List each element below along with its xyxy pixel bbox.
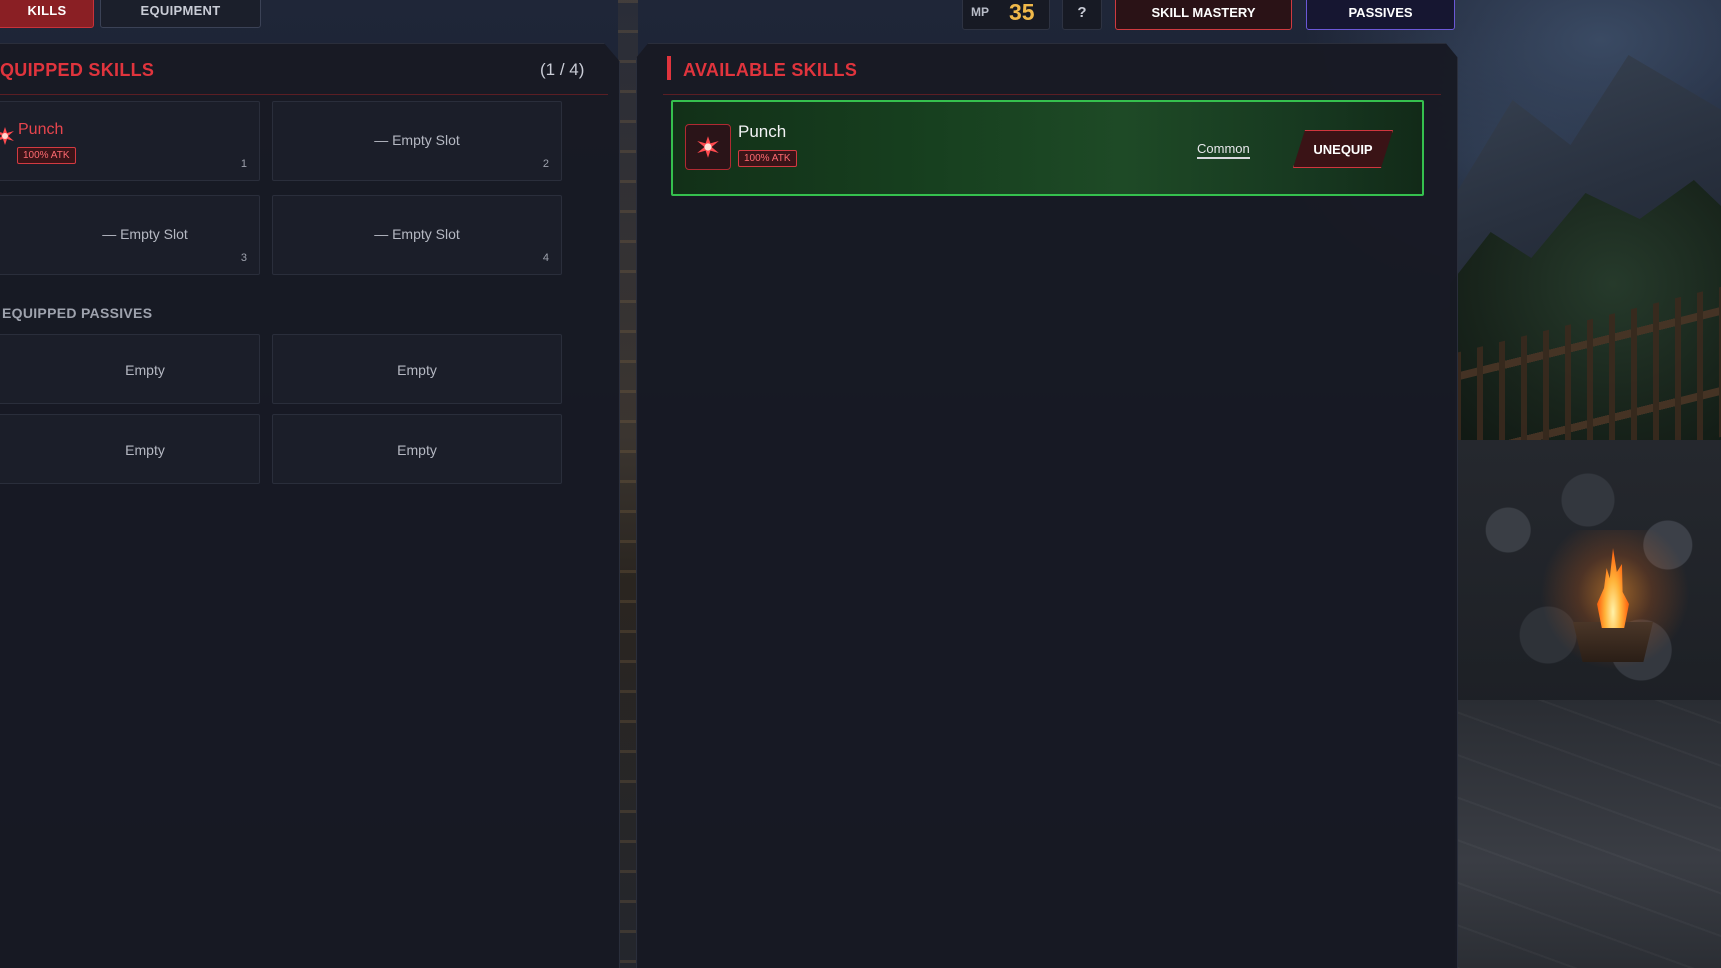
passive-slot-label: Empty [397, 362, 437, 378]
skill-slot-2[interactable]: — Empty Slot 2 [272, 101, 562, 181]
slot-number: 3 [240, 252, 247, 264]
slot-number: 2 [542, 158, 549, 170]
passive-slot-label: Empty [397, 442, 437, 458]
game-screen: KILLS EQUIPMENT MP 35 ? SKILL MASTERY PA… [0, 0, 1721, 968]
available-skills-title: AVAILABLE SKILLS [683, 60, 858, 80]
available-skill-card[interactable]: Punch 100% ATK Common UNEQUIP [671, 100, 1424, 196]
empty-slot-label: — Empty Slot [102, 226, 188, 242]
header-accent-bar [667, 56, 671, 80]
passive-slot-3[interactable]: Empty [0, 414, 260, 484]
brazier [1573, 622, 1653, 662]
tab-equipment[interactable]: EQUIPMENT [100, 0, 261, 28]
passive-slot-2[interactable]: Empty [272, 334, 562, 404]
burst-icon [0, 127, 14, 145]
unequip-button[interactable]: UNEQUIP [1293, 130, 1393, 168]
passive-slot-label: Empty [125, 442, 165, 458]
divider [0, 94, 608, 95]
passives-button[interactable]: PASSIVES [1306, 0, 1455, 30]
passive-slot-label: Empty [125, 362, 165, 378]
divider [663, 94, 1441, 95]
background-strip [618, 0, 638, 968]
equipped-skills-title: QUIPPED SKILLS [0, 60, 155, 80]
equipped-count: (1 / 4) [540, 60, 585, 79]
mp-counter: MP 35 [962, 0, 1050, 30]
atk-badge: 100% ATK [738, 150, 797, 167]
passive-slot-1[interactable]: Empty [0, 334, 260, 404]
empty-slot-label: — Empty Slot [374, 132, 460, 148]
skill-slot-1[interactable]: Punch 100% ATK 1 [0, 101, 260, 181]
tab-skills[interactable]: KILLS [0, 0, 94, 28]
passive-slot-4[interactable]: Empty [272, 414, 562, 484]
help-button[interactable]: ? [1062, 0, 1102, 30]
background-cobblestone [1455, 700, 1721, 968]
skill-slot-4[interactable]: — Empty Slot 4 [272, 195, 562, 275]
slot-number: 1 [240, 158, 247, 170]
mp-value: 35 [1009, 0, 1035, 25]
equipped-passives-title: EQUIPPED PASSIVES [2, 305, 153, 321]
mp-label: MP [971, 5, 989, 19]
atk-badge: 100% ATK [17, 147, 76, 164]
burst-icon [697, 136, 719, 158]
skill-slot-3[interactable]: — Empty Slot 3 [0, 195, 260, 275]
skill-name: Punch [738, 122, 787, 141]
equipped-panel [0, 43, 620, 968]
empty-slot-label: — Empty Slot [374, 226, 460, 242]
slot-number: 4 [542, 252, 549, 264]
slot-skill-name: Punch [18, 121, 64, 138]
rarity-label: Common [1197, 141, 1250, 159]
skill-mastery-button[interactable]: SKILL MASTERY [1115, 0, 1292, 30]
skill-icon-frame [685, 124, 731, 170]
